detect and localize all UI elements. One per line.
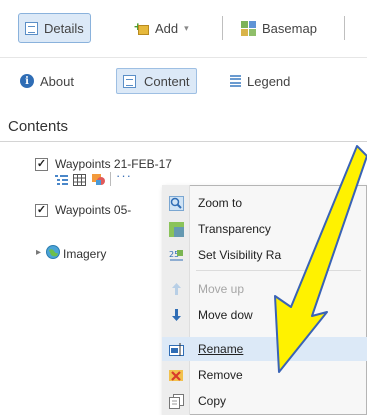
details-icon: [25, 21, 38, 35]
arrow-down-icon: [162, 308, 190, 322]
expand-arrow-icon[interactable]: ▸: [36, 247, 41, 258]
divider: [0, 141, 367, 142]
menu-item-label: Set Visibility Ra: [198, 248, 282, 262]
copy-icon: [162, 393, 190, 409]
tab-legend[interactable]: Legend: [224, 68, 296, 94]
context-menu-items: Zoom to Transparency 25 Set Visibility R…: [162, 185, 367, 415]
imagery-globe-icon: [46, 245, 60, 259]
toolbar-divider: [344, 16, 345, 40]
visibility-range-icon: 25: [162, 248, 190, 263]
basemap-icon: [241, 20, 256, 36]
menu-item-rename[interactable]: Rename: [162, 337, 367, 361]
add-icon: +: [134, 20, 149, 36]
remove-icon: [162, 368, 190, 382]
add-button[interactable]: + Add ▾: [128, 13, 195, 43]
menu-item-set-visibility-range[interactable]: 25 Set Visibility Ra: [162, 243, 367, 267]
layer-checkbox[interactable]: ✓: [35, 204, 48, 217]
more-options-icon[interactable]: ···: [116, 168, 132, 183]
menu-item-move-down[interactable]: Move dow: [162, 303, 367, 327]
content-icon: [123, 74, 136, 88]
tab-content[interactable]: Content: [116, 68, 197, 94]
tab-about-label: About: [40, 73, 74, 89]
zoom-icon: [162, 195, 190, 211]
menu-item-remove[interactable]: Remove: [162, 363, 367, 387]
tab-about[interactable]: i About: [14, 68, 80, 94]
top-toolbar: Details + Add ▾ Basemap: [0, 0, 367, 58]
arrow-up-icon: [162, 282, 190, 296]
menu-item-move-up[interactable]: Move up: [162, 277, 367, 301]
details-button[interactable]: Details: [18, 13, 91, 43]
symbology-icon[interactable]: [92, 174, 105, 186]
chevron-down-icon: ▾: [184, 22, 189, 33]
menu-item-copy[interactable]: Copy: [162, 389, 367, 413]
legend-icon: [230, 74, 241, 88]
layer-name[interactable]: Imagery: [63, 247, 106, 261]
menu-item-label: Remove: [198, 368, 243, 382]
divider: [110, 172, 111, 186]
layer-details-icon[interactable]: [55, 174, 68, 186]
basemap-button[interactable]: Basemap: [235, 13, 323, 43]
menu-item-transparency[interactable]: Transparency: [162, 217, 367, 241]
menu-item-label: Rename: [198, 342, 244, 356]
contents-heading: Contents: [8, 118, 69, 135]
tab-content-label: Content: [144, 73, 190, 89]
layer-name[interactable]: Waypoints 05-: [55, 203, 131, 217]
info-icon: i: [20, 74, 34, 88]
menu-item-label: Copy: [198, 394, 227, 408]
layer-name[interactable]: Waypoints 21-FEB-17: [55, 157, 172, 171]
menu-item-zoom-to[interactable]: Zoom to: [162, 191, 367, 215]
tab-legend-label: Legend: [247, 73, 291, 89]
details-button-label: Details: [44, 20, 84, 36]
menu-item-label: Transparency: [198, 222, 271, 236]
table-icon[interactable]: [73, 174, 86, 186]
layer-checkbox[interactable]: ✓: [35, 158, 48, 171]
rename-icon: [162, 342, 190, 356]
menu-divider: [196, 270, 361, 271]
add-button-label: Add: [155, 20, 179, 36]
transparency-icon: [162, 221, 190, 237]
menu-item-label: Move dow: [198, 308, 253, 322]
toolbar-divider: [222, 16, 223, 40]
menu-item-label: Move up: [198, 282, 245, 296]
basemap-button-label: Basemap: [262, 20, 317, 36]
menu-item-label: Zoom to: [198, 196, 243, 210]
